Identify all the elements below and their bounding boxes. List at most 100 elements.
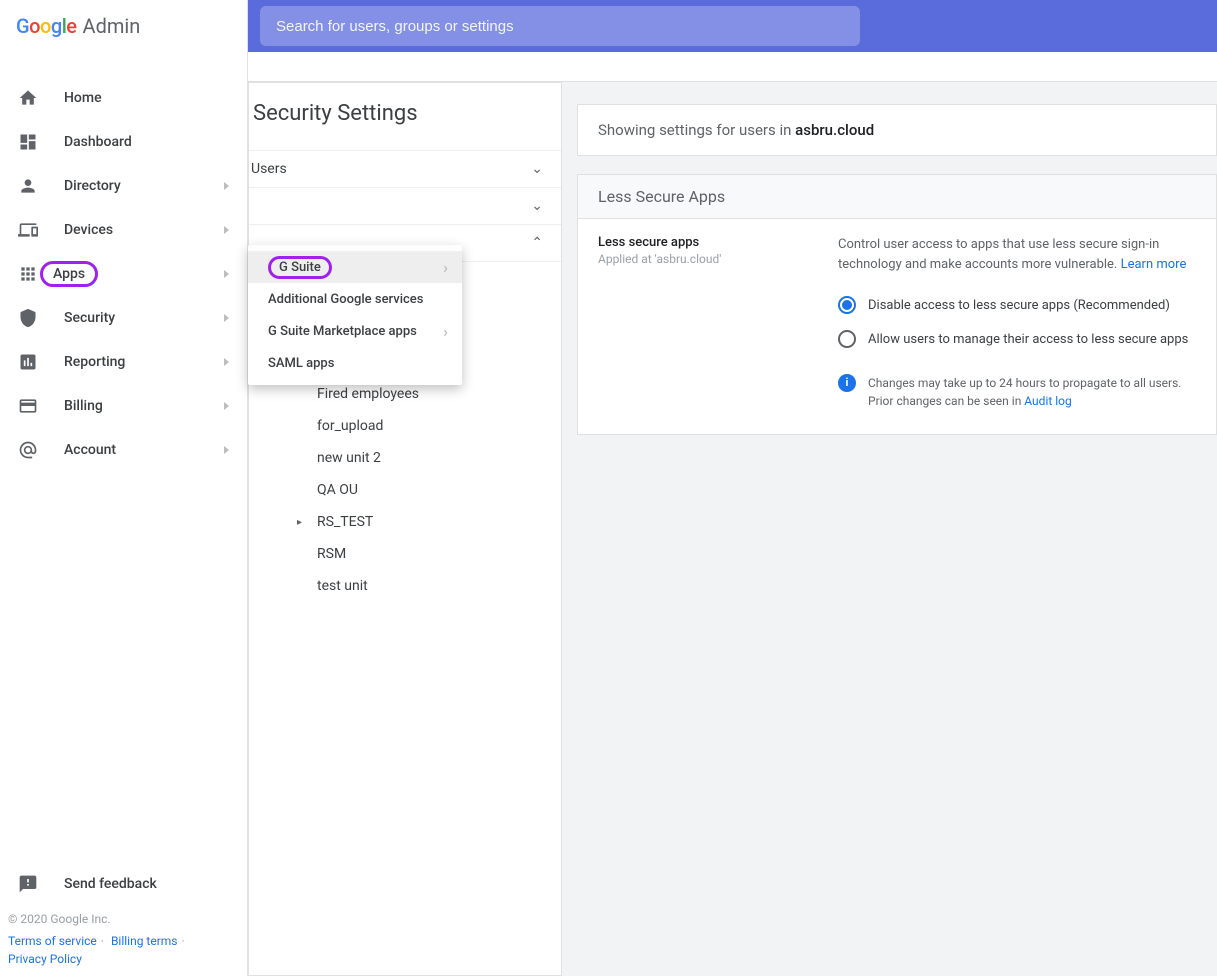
chevron-right-icon	[224, 402, 229, 410]
nav-apps-label: Apps	[53, 266, 85, 282]
chevron-right-icon: ›	[443, 258, 448, 277]
chevron-down-icon: ⌄	[531, 198, 543, 214]
info-line1: Changes may take up to 24 hours to propa…	[868, 374, 1181, 392]
chevron-right-icon: ›	[443, 322, 448, 341]
chevron-right-icon	[224, 314, 229, 322]
nav-account-label: Account	[64, 442, 116, 458]
settings-title: Security Settings	[249, 83, 561, 150]
radio-icon	[838, 330, 856, 348]
card-icon	[16, 394, 40, 418]
chevron-right-icon	[224, 182, 229, 190]
chevron-right-icon	[224, 270, 229, 278]
content: Showing settings for users in asbru.clou…	[577, 104, 1217, 976]
nav: Home Dashboard Directory Devices Apps Se…	[0, 52, 247, 854]
radio-disable-label: Disable access to less secure apps (Reco…	[868, 298, 1170, 313]
nav-billing-label: Billing	[64, 398, 103, 414]
devices-icon	[16, 218, 40, 242]
person-icon	[16, 174, 40, 198]
admin-label: Admin	[83, 14, 141, 38]
submenu-marketplace-label: G Suite Marketplace apps	[268, 324, 417, 339]
tree-item[interactable]: for_upload	[249, 410, 561, 442]
tree-item-label: Fired employees	[317, 386, 419, 402]
nav-billing[interactable]: Billing	[0, 384, 247, 428]
apps-icon	[16, 262, 40, 286]
showing-org: asbru.cloud	[795, 121, 874, 139]
nav-dashboard[interactable]: Dashboard	[0, 120, 247, 164]
nav-account[interactable]: Account	[0, 428, 247, 472]
nav-devices-label: Devices	[64, 222, 113, 238]
sidebar-footer: Send feedback © 2020 Google Inc. Terms o…	[0, 854, 247, 976]
tree-item-label: QA OU	[317, 482, 358, 498]
chevron-right-icon	[224, 358, 229, 366]
card-description: Control user access to apps that use les…	[838, 235, 1196, 274]
chevron-down-icon: ⌄	[531, 161, 543, 177]
nav-security-label: Security	[64, 310, 115, 326]
info-line2-prefix: Prior changes can be seen in	[868, 394, 1024, 408]
footer-links: Terms of service· Billing terms·	[0, 932, 247, 950]
nav-feedback-label: Send feedback	[64, 876, 157, 892]
info-row: i Changes may take up to 24 hours to pro…	[838, 374, 1196, 410]
chevron-right-icon: ▸	[297, 517, 317, 528]
nav-directory[interactable]: Directory	[0, 164, 247, 208]
copyright: © 2020 Google Inc.	[0, 906, 247, 932]
nav-feedback[interactable]: Send feedback	[0, 862, 247, 906]
showing-prefix: Showing settings for users in	[598, 121, 795, 139]
users-panel-row[interactable]: Users ⌄	[249, 150, 561, 187]
header-strip	[248, 52, 1217, 82]
radio-allow[interactable]: Allow users to manage their access to le…	[838, 322, 1196, 356]
chevron-right-icon	[224, 226, 229, 234]
shield-icon	[16, 306, 40, 330]
card-left: Less secure apps Applied at 'asbru.cloud…	[598, 235, 798, 410]
billing-terms-link[interactable]: Billing terms	[111, 934, 178, 948]
gsuite-highlight: G Suite	[268, 256, 332, 279]
submenu-saml[interactable]: SAML apps	[248, 347, 462, 379]
submenu-marketplace[interactable]: G Suite Marketplace apps ›	[248, 315, 462, 347]
tree-item[interactable]: RSM	[249, 538, 561, 570]
tree-item[interactable]: new unit 2	[249, 442, 561, 474]
less-secure-apps-card: Less Secure Apps Less secure apps Applie…	[577, 174, 1217, 435]
card-left-sub: Applied at 'asbru.cloud'	[598, 252, 798, 266]
radio-disable[interactable]: Disable access to less secure apps (Reco…	[838, 288, 1196, 322]
tree-item-label: new unit 2	[317, 450, 381, 466]
search-input[interactable]	[276, 18, 844, 35]
sidebar: Google Admin Home Dashboard Directory De…	[0, 0, 248, 976]
nav-reporting-label: Reporting	[64, 354, 125, 370]
nav-home[interactable]: Home	[0, 76, 247, 120]
nav-devices[interactable]: Devices	[0, 208, 247, 252]
submenu-gsuite-label: G Suite	[279, 260, 321, 275]
chevron-up-icon: ⌃	[531, 235, 543, 251]
audit-log-link[interactable]: Audit log	[1024, 394, 1071, 408]
nav-security[interactable]: Security	[0, 296, 247, 340]
topbar	[248, 0, 1217, 52]
submenu-additional[interactable]: Additional Google services	[248, 283, 462, 315]
users-label: Users	[251, 161, 287, 177]
submenu-additional-label: Additional Google services	[268, 292, 423, 307]
tree-item[interactable]: ▸RS_TEST	[249, 506, 561, 538]
nav-apps[interactable]: Apps	[0, 252, 247, 296]
submenu-saml-label: SAML apps	[268, 356, 334, 371]
radio-icon	[838, 296, 856, 314]
logo: Google Admin	[0, 0, 247, 52]
nav-dashboard-label: Dashboard	[64, 134, 132, 150]
tree-item-label: for_upload	[317, 418, 383, 434]
submenu-gsuite[interactable]: G Suite ›	[248, 251, 462, 283]
search-box[interactable]	[260, 6, 860, 46]
feedback-icon	[16, 872, 40, 896]
groups-panel-row[interactable]: ⌄	[249, 187, 561, 224]
terms-link[interactable]: Terms of service	[8, 934, 97, 948]
tree-item-label: RS_TEST	[317, 514, 373, 530]
privacy-link[interactable]: Privacy Policy	[8, 952, 82, 966]
tree-item-label: test unit	[317, 578, 368, 594]
learn-more-link[interactable]: Learn more	[1121, 257, 1187, 272]
settings-panel: Security Settings Users ⌄ ⌄ ⌃ Search for…	[248, 82, 562, 976]
home-icon	[16, 86, 40, 110]
at-icon	[16, 438, 40, 462]
card-left-title: Less secure apps	[598, 235, 798, 250]
tree-item-label: RSM	[317, 546, 346, 562]
tree-item[interactable]: QA OU	[249, 474, 561, 506]
tree-item[interactable]: test unit	[249, 570, 561, 602]
card-header: Less Secure Apps	[578, 175, 1216, 219]
google-logo: Google	[16, 14, 77, 38]
nav-reporting[interactable]: Reporting	[0, 340, 247, 384]
card-right: Control user access to apps that use les…	[838, 235, 1196, 410]
